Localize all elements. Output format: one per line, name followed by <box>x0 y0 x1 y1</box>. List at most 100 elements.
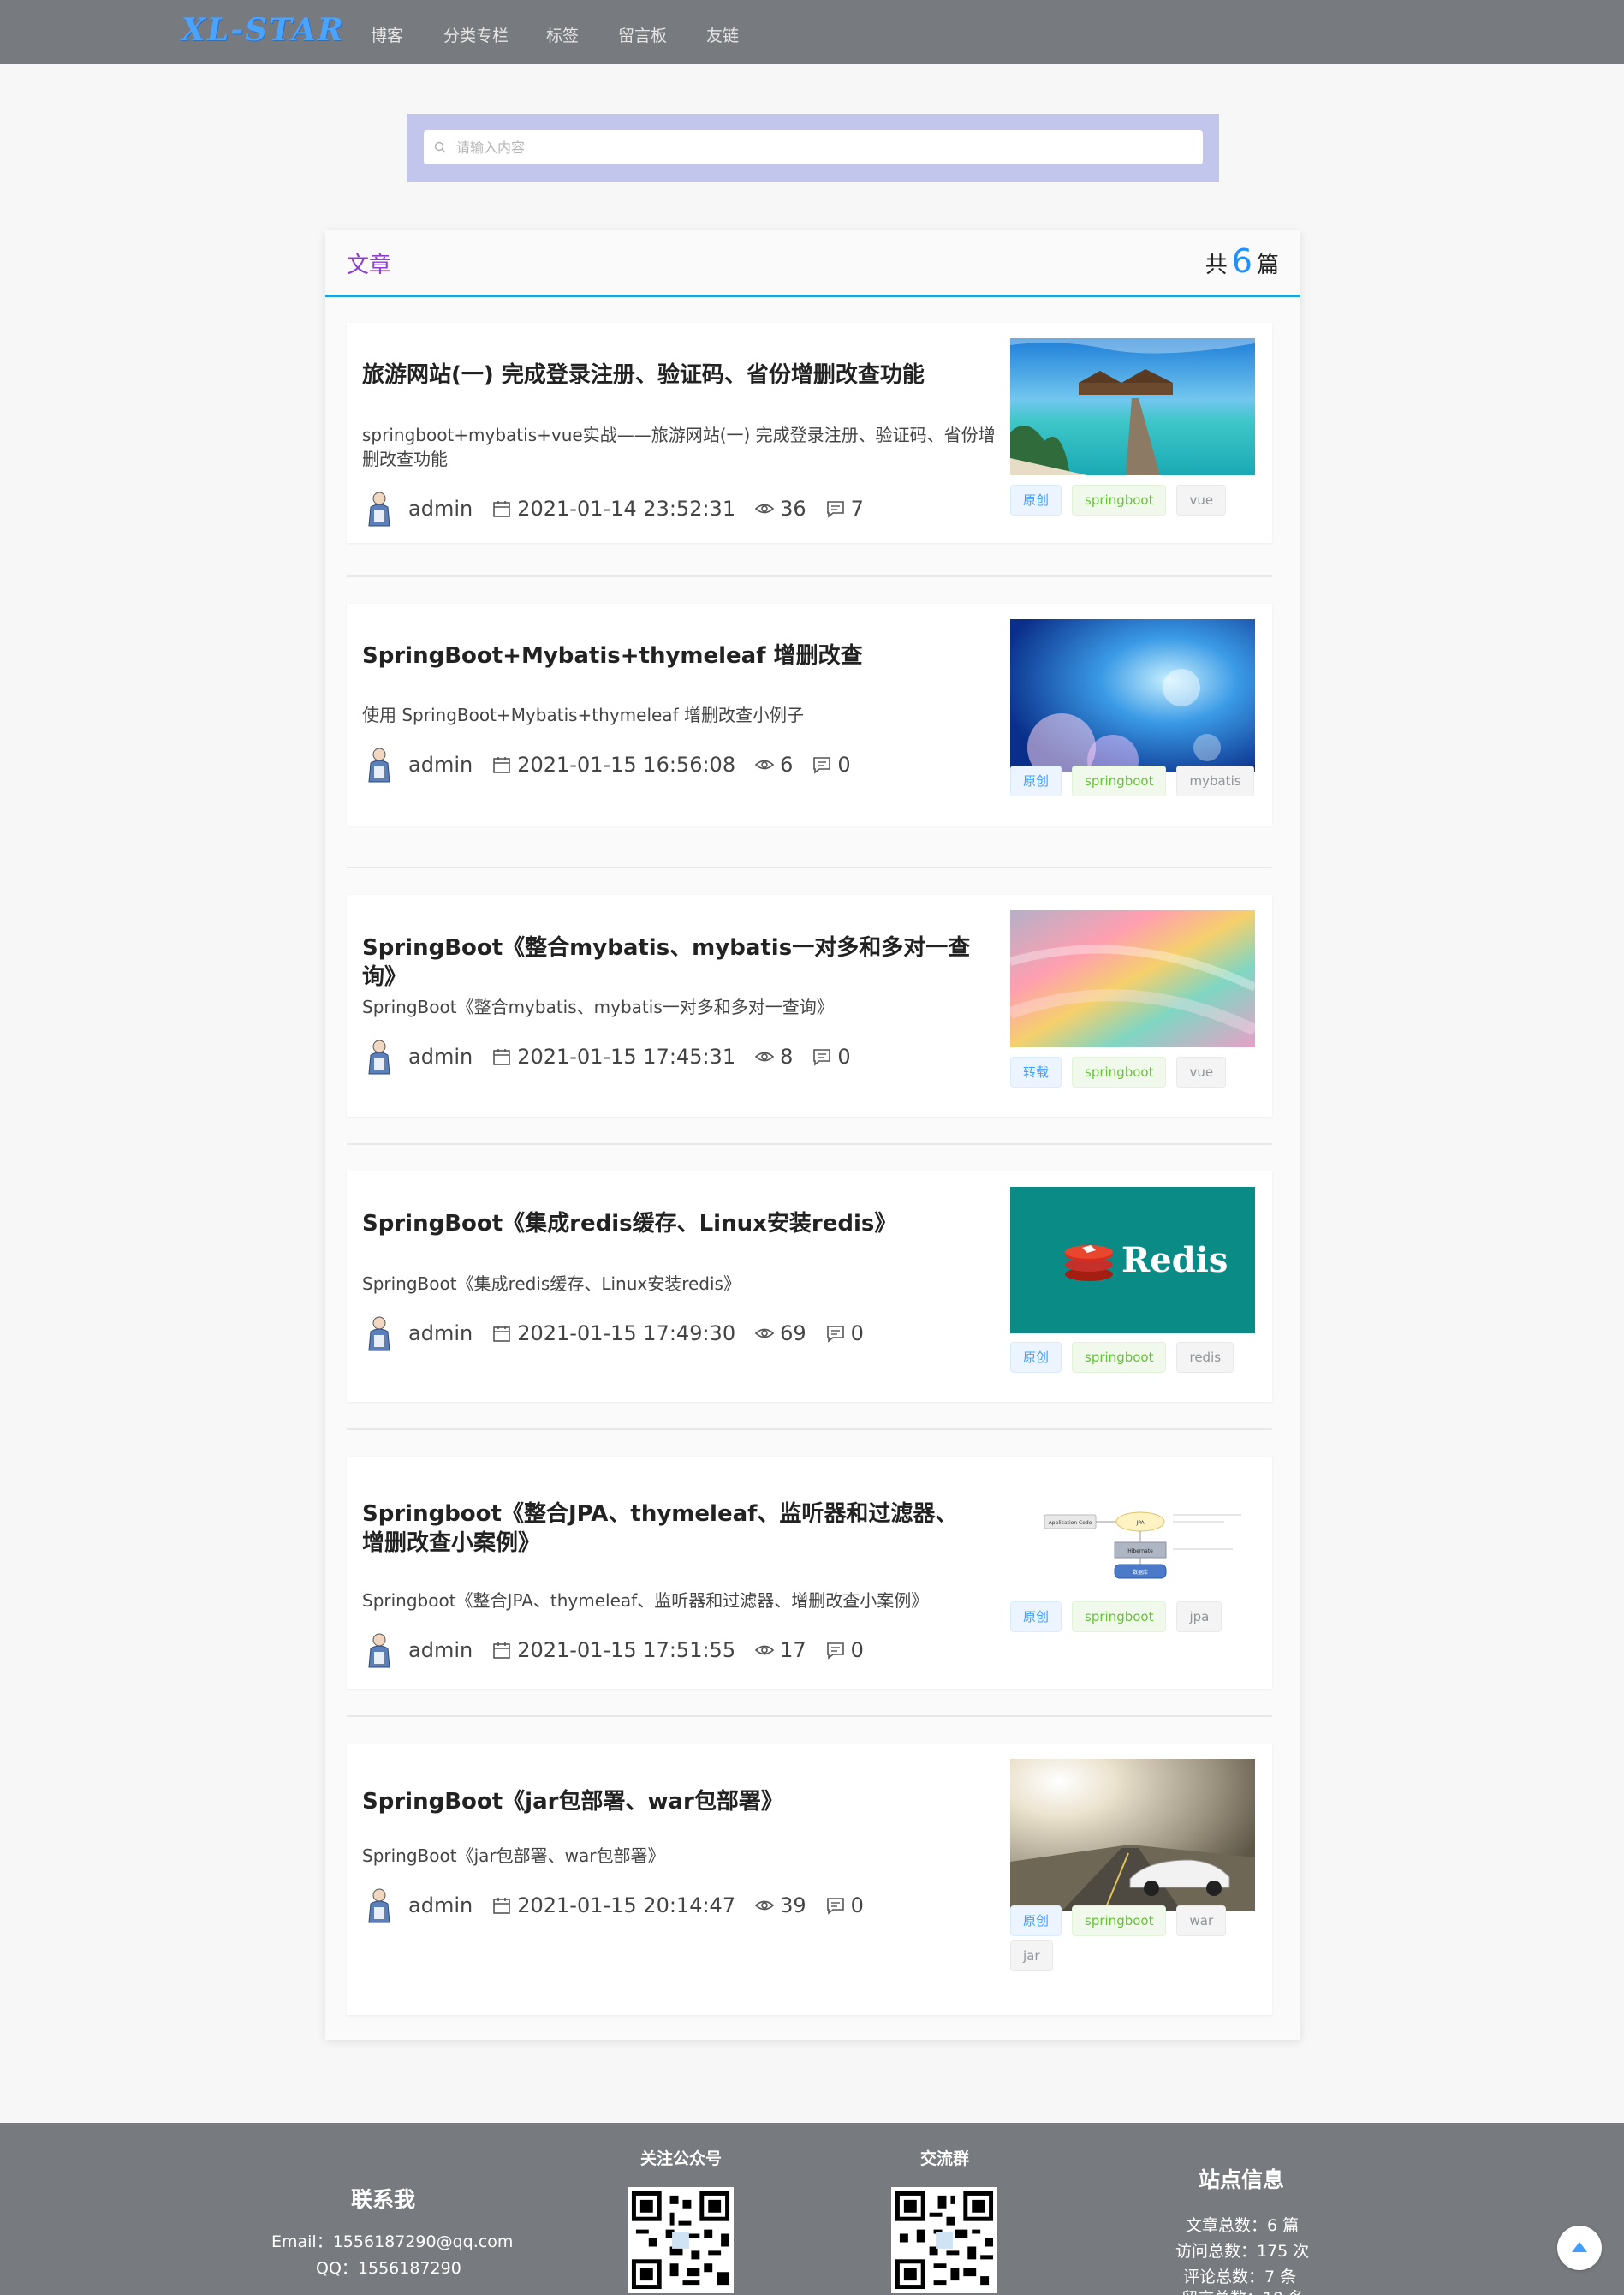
post-title[interactable]: Springboot《整合JPA、thymeleaf、监听器和过滤器、增删改查小… <box>362 1499 979 1558</box>
post-title[interactable]: 旅游网站(一) 完成登录注册、验证码、省份增删改查功能 <box>362 361 979 390</box>
post-comments: 0 <box>850 1893 864 1917</box>
post-comments: 0 <box>850 1638 864 1662</box>
post-card[interactable]: SpringBoot《整合mybatis、mybatis一对多和多对一查询》 S… <box>347 895 1272 1117</box>
back-to-top-button[interactable] <box>1557 2226 1602 2270</box>
post-date: 2021-01-15 16:56:08 <box>517 753 736 777</box>
post-tags: 转载 springboot vue <box>1010 1057 1267 1092</box>
post-date: 2021-01-14 23:52:31 <box>517 497 736 521</box>
nav-item-blog[interactable]: 博客 <box>371 23 403 46</box>
avatar-icon <box>368 1316 390 1351</box>
tag-badge[interactable]: 原创 <box>1010 766 1062 796</box>
count-prefix: 共 <box>1205 253 1228 278</box>
nav-item-categories[interactable]: 分类专栏 <box>443 23 509 46</box>
comment-icon <box>826 1898 844 1915</box>
nav-item-guestbook[interactable]: 留言板 <box>618 23 667 46</box>
post-card[interactable]: SpringBoot《jar包部署、war包部署》 SpringBoot《jar… <box>347 1744 1272 2015</box>
post-author[interactable]: admin <box>408 1045 473 1069</box>
site-logo[interactable]: XL-STAR <box>181 12 345 48</box>
footer-email: Email：1556187290@qq.com <box>271 2232 514 2251</box>
post-thumbnail[interactable]: Redis <box>1010 1187 1255 1333</box>
tag-badge[interactable]: vue <box>1176 485 1227 516</box>
tag-badge[interactable]: mybatis <box>1176 766 1254 796</box>
post-tags: 原创 springboot war jar <box>1010 1905 1267 1976</box>
tag-badge[interactable]: 原创 <box>1010 1601 1062 1632</box>
tag-badge[interactable]: jar <box>1010 1940 1053 1971</box>
post-views: 17 <box>780 1638 806 1662</box>
tag-badge[interactable]: 原创 <box>1010 485 1062 516</box>
nav-item-links[interactable]: 友链 <box>706 23 739 46</box>
post-card[interactable]: SpringBoot《集成redis缓存、Linux安装redis》 Sprin… <box>347 1171 1272 1402</box>
post-desc: Springboot《整合JPA、thymeleaf、监听器和过滤器、增删改查小… <box>362 1590 929 1611</box>
site-footer: 联系我 Email：1556187290@qq.com QQ：155618729… <box>0 2123 1624 2295</box>
post-author[interactable]: admin <box>408 1321 473 1345</box>
post-tags: 原创 springboot redis <box>1010 1342 1267 1377</box>
post-author[interactable]: admin <box>408 1638 473 1662</box>
comment-icon <box>813 1049 831 1066</box>
post-date: 2021-01-15 17:45:31 <box>517 1045 736 1069</box>
post-thumbnail[interactable] <box>1010 1759 1255 1911</box>
divider <box>347 1715 1272 1717</box>
eye-icon <box>754 1645 775 1655</box>
post-card[interactable]: 旅游网站(一) 完成登录注册、验证码、省份增删改查功能 springboot+m… <box>347 323 1272 543</box>
post-author[interactable]: admin <box>408 497 473 521</box>
post-desc: springboot+mybatis+vue实战——旅游网站(一) 完成登录注册… <box>362 425 996 469</box>
tag-badge[interactable]: jpa <box>1176 1601 1222 1632</box>
search-input[interactable] <box>424 130 1203 164</box>
comment-icon <box>813 757 831 774</box>
diagram-label: JPA <box>1135 1520 1145 1526</box>
post-date: 2021-01-15 20:14:47 <box>517 1893 736 1917</box>
tag-badge[interactable]: springboot <box>1072 1601 1167 1632</box>
post-card[interactable]: Springboot《整合JPA、thymeleaf、监听器和过滤器、增删改查小… <box>347 1457 1272 1689</box>
post-title[interactable]: SpringBoot《jar包部署、war包部署》 <box>362 1787 979 1816</box>
tag-badge[interactable]: 原创 <box>1010 1905 1062 1936</box>
nav-item-tags[interactable]: 标签 <box>546 23 579 46</box>
tag-badge[interactable]: 转载 <box>1010 1057 1062 1088</box>
post-desc: SpringBoot《jar包部署、war包部署》 <box>362 1845 665 1866</box>
search-icon <box>434 141 446 153</box>
post-comments: 0 <box>837 1045 851 1069</box>
post-meta: admin 2021-01-14 23:52:31 36 7 <box>362 492 864 527</box>
post-author[interactable]: admin <box>408 1893 473 1917</box>
post-title[interactable]: SpringBoot《整合mybatis、mybatis一对多和多对一查询》 <box>362 933 979 992</box>
post-views: 69 <box>780 1321 806 1345</box>
post-comments: 0 <box>850 1321 864 1345</box>
post-comments: 0 <box>837 753 851 777</box>
post-views: 8 <box>780 1045 794 1069</box>
article-count: 共6篇 <box>1205 242 1279 280</box>
calendar-icon <box>493 757 511 773</box>
post-card[interactable]: SpringBoot+Mybatis+thymeleaf 增删改查 使用 Spr… <box>347 604 1272 826</box>
post-thumbnail[interactable] <box>1010 619 1255 772</box>
tag-badge[interactable]: springboot <box>1072 1057 1167 1088</box>
arrow-up-icon <box>1572 2242 1587 2252</box>
post-meta: admin 2021-01-15 17:51:55 17 0 <box>362 1633 864 1668</box>
post-author[interactable]: admin <box>408 753 473 777</box>
comment-icon <box>826 1326 844 1343</box>
post-title[interactable]: SpringBoot+Mybatis+thymeleaf 增删改查 <box>362 641 979 671</box>
tag-badge[interactable]: vue <box>1176 1057 1227 1088</box>
tag-badge[interactable]: redis <box>1176 1342 1234 1373</box>
post-meta: admin 2021-01-15 20:14:47 39 0 <box>362 1888 864 1923</box>
tag-badge[interactable]: springboot <box>1072 485 1167 516</box>
tag-badge[interactable]: springboot <box>1072 1905 1167 1936</box>
eye-icon <box>754 1900 775 1911</box>
post-views: 36 <box>780 497 806 521</box>
footer-stat: 文章总数：6 篇 <box>1186 2216 1300 2235</box>
post-tags: 原创 springboot jpa <box>1010 1601 1267 1636</box>
post-views: 6 <box>780 753 794 777</box>
tag-badge[interactable]: war <box>1176 1905 1227 1936</box>
tag-badge[interactable]: springboot <box>1072 766 1167 796</box>
eye-icon <box>754 504 775 514</box>
post-title[interactable]: SpringBoot《集成redis缓存、Linux安装redis》 <box>362 1209 979 1238</box>
footer-site-title: 站点信息 <box>1199 2167 1285 2192</box>
qr-code-icon <box>891 2187 997 2293</box>
tag-badge[interactable]: 原创 <box>1010 1342 1062 1373</box>
section-title: 文章 <box>347 253 392 278</box>
post-thumbnail[interactable]: Application Code JPA Hibernate 数据库 <box>1010 1472 1255 1583</box>
tag-badge[interactable]: springboot <box>1072 1342 1167 1373</box>
post-meta: admin 2021-01-15 16:56:08 6 0 <box>362 748 851 783</box>
post-meta: admin 2021-01-15 17:45:31 8 0 <box>362 1040 851 1075</box>
footer-stat: 留言总数：19 条 <box>1181 2286 1305 2295</box>
post-comments: 7 <box>850 497 864 521</box>
post-thumbnail[interactable] <box>1010 910 1255 1047</box>
post-thumbnail[interactable] <box>1010 338 1255 475</box>
